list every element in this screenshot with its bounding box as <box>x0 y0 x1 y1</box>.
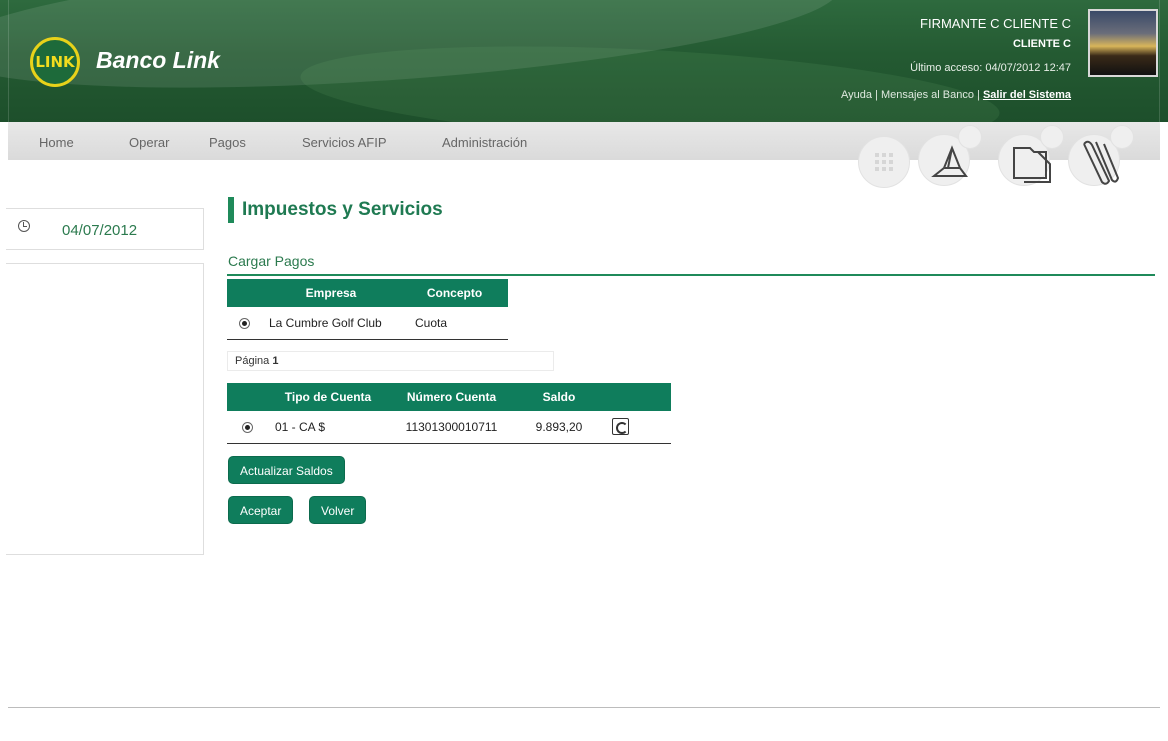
paperclip-icon[interactable] <box>1076 136 1120 188</box>
nav-item-servicios-afip[interactable]: Servicios AFIP <box>302 135 387 150</box>
nav-item-home[interactable]: Home <box>39 135 74 150</box>
row-radio[interactable] <box>241 422 253 434</box>
numero-cell: 11301300010711 <box>389 411 514 444</box>
current-date: 04/07/2012 <box>62 222 138 239</box>
tipo-cell: 01 - CA $ <box>267 411 389 444</box>
clock-icon <box>18 220 30 232</box>
column-header <box>604 383 671 411</box>
empresa-cell: La Cumbre Golf Club <box>261 307 401 340</box>
concepto-cell: Cuota <box>401 307 508 340</box>
page-title: Impuestos y Servicios <box>228 197 443 223</box>
table-row[interactable]: La Cumbre Golf Club Cuota <box>227 307 508 340</box>
back-button[interactable]: Volver <box>309 496 367 524</box>
row-radio[interactable] <box>238 318 250 330</box>
update-balances-button[interactable]: Actualizar Saldos <box>228 456 345 484</box>
pager-label: Página <box>235 355 270 367</box>
column-header-numero: Número Cuenta <box>389 383 514 411</box>
column-header-saldo: Saldo <box>514 383 604 411</box>
column-header-concepto: Concepto <box>401 279 508 307</box>
calculator-icon[interactable] <box>872 150 898 176</box>
section-divider <box>227 274 1155 276</box>
accept-button[interactable]: Aceptar <box>228 496 294 524</box>
nav-item-administracion[interactable]: Administración <box>442 135 527 150</box>
logout-link[interactable]: Salir del Sistema <box>983 89 1071 101</box>
logo-text: LINK <box>35 53 75 71</box>
row-select-cell <box>227 307 261 340</box>
table-row[interactable]: 01 - CA $ 11301300010711 9.893,20 <box>227 411 671 444</box>
header-banner: LINK Banco Link FIRMANTE C CLIENTE C CLI… <box>0 0 1168 122</box>
column-header-empresa: Empresa <box>261 279 401 307</box>
row-select-cell <box>227 411 267 444</box>
sidebar-date-panel: 04/07/2012 <box>6 208 204 250</box>
last-access: Último acceso: 04/07/2012 12:47 <box>910 62 1071 74</box>
nav-icon-bar <box>858 125 1158 190</box>
send-icon[interactable] <box>930 142 970 182</box>
column-header <box>227 383 267 411</box>
column-header <box>227 279 261 307</box>
help-link[interactable]: Ayuda <box>841 89 872 101</box>
refresh-icon[interactable] <box>612 418 629 436</box>
bank-logo: LINK <box>30 37 80 87</box>
footer-divider <box>8 707 1160 708</box>
table-header-row: Empresa Concepto <box>227 279 508 307</box>
client-name: CLIENTE C <box>1012 38 1071 50</box>
separator: | <box>875 89 878 101</box>
accounts-table: Tipo de Cuenta Número Cuenta Saldo 01 - … <box>227 383 671 444</box>
messages-link[interactable]: Mensajes al Banco <box>881 89 974 101</box>
separator: | <box>977 89 980 101</box>
section-title: Cargar Pagos <box>228 253 315 269</box>
nav-item-pagos[interactable]: Pagos <box>209 135 246 150</box>
brand-name: Banco Link <box>96 47 220 73</box>
column-header-tipo: Tipo de Cuenta <box>267 383 389 411</box>
table-header-row: Tipo de Cuenta Número Cuenta Saldo <box>227 383 671 411</box>
pager-page: 1 <box>272 355 279 367</box>
avatar <box>1088 9 1158 77</box>
user-name: FIRMANTE C CLIENTE C <box>920 16 1071 31</box>
sidebar-panel <box>6 263 204 555</box>
folder-icon[interactable] <box>1010 140 1052 184</box>
top-links: Ayuda | Mensajes al Banco | Salir del Si… <box>841 89 1071 101</box>
refresh-cell <box>604 411 671 444</box>
nav-item-operar[interactable]: Operar <box>129 135 169 150</box>
companies-table: Empresa Concepto La Cumbre Golf Club Cuo… <box>227 279 508 340</box>
saldo-cell: 9.893,20 <box>514 411 604 444</box>
pager: Página 1 <box>227 351 554 371</box>
